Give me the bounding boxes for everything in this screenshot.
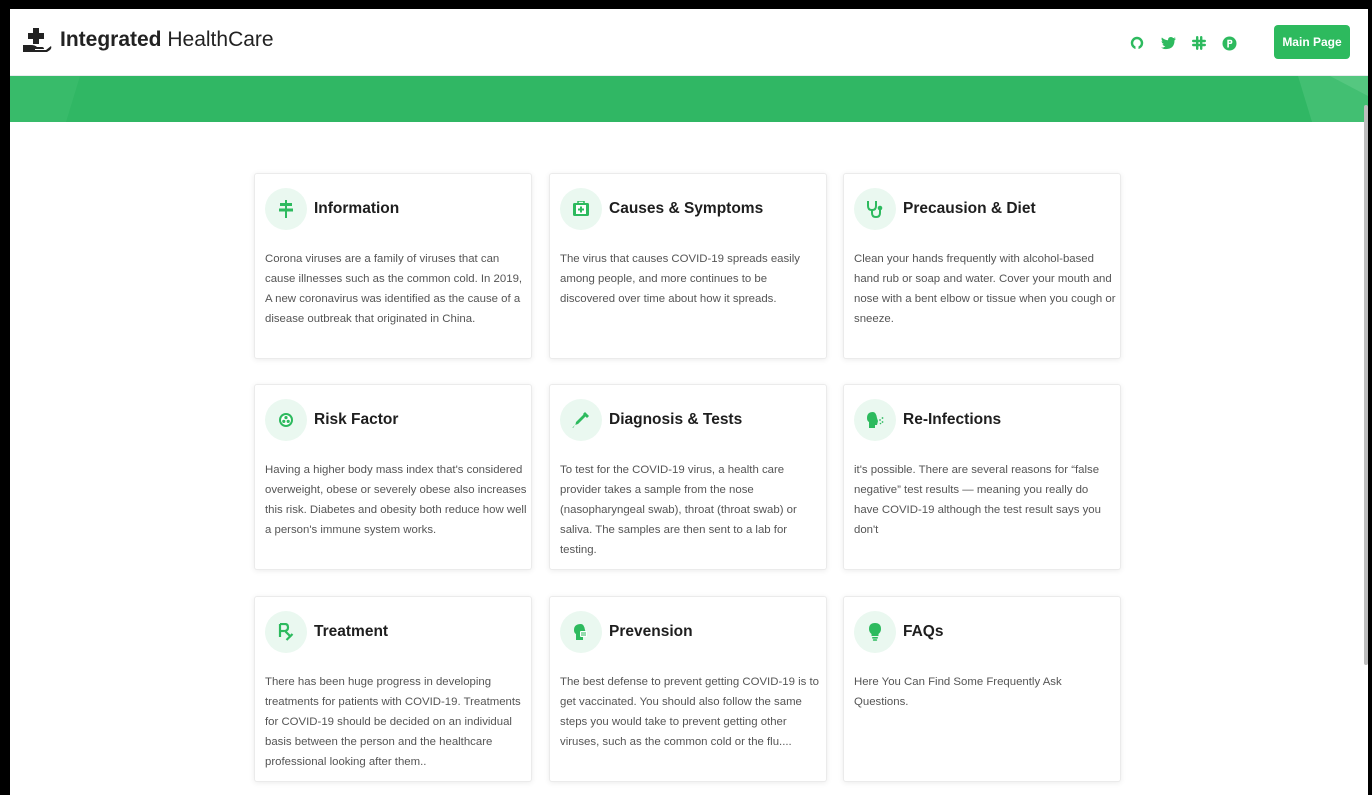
site-header: Integrated HealthCare Main Page [10, 9, 1368, 76]
card-title: Re-Infections [903, 411, 1002, 428]
card-title: Information [314, 200, 400, 217]
card-title: Risk Factor [314, 411, 399, 428]
card-title: Diagnosis & Tests [609, 411, 743, 428]
site-name-light: HealthCare [167, 28, 274, 51]
card-title: FAQs [903, 623, 944, 640]
biohazard-icon [265, 399, 307, 441]
card-text: Having a higher body mass index that's c… [265, 464, 527, 536]
prescription-icon [265, 611, 307, 653]
banner-decoration [10, 76, 1368, 122]
twitter-icon[interactable] [1159, 34, 1177, 52]
slack-icon[interactable] [1190, 34, 1208, 52]
first-aid-kit-icon [560, 188, 602, 230]
card-text: Clean your hands frequently with alcohol… [854, 253, 1116, 325]
card-text: The virus that causes COVID-19 spreads e… [560, 253, 800, 305]
site-name: Integrated HealthCare [60, 28, 274, 52]
head-sneeze-icon [854, 399, 896, 441]
card-title: Causes & Symptoms [609, 200, 764, 217]
card-risk-factor[interactable]: Risk Factor Having a higher body mass in… [254, 384, 532, 570]
card-information[interactable]: Information Corona viruses are a family … [254, 173, 532, 359]
stethoscope-icon [854, 188, 896, 230]
card-causes-symptoms[interactable]: Causes & Symptoms The virus that causes … [549, 173, 827, 359]
lightbulb-icon [854, 611, 896, 653]
hero-banner [10, 76, 1368, 122]
scrollbar[interactable] [1364, 105, 1368, 665]
site-name-bold: Integrated [60, 28, 162, 51]
card-text: it's possible. There are several reasons… [854, 464, 1101, 536]
card-precausion-diet[interactable]: Precausion & Diet Clean your hands frequ… [843, 173, 1121, 359]
card-text: There has been huge progress in developi… [265, 676, 521, 768]
card-text: The best defense to prevent getting COVI… [560, 676, 819, 748]
product-hunt-icon[interactable] [1220, 34, 1238, 52]
card-faqs[interactable]: FAQs Here You Can Find Some Frequently A… [843, 596, 1121, 782]
head-mask-icon [560, 611, 602, 653]
card-text: To test for the COVID-19 virus, a health… [560, 464, 797, 556]
card-text: Corona viruses are a family of viruses t… [265, 253, 523, 325]
site-logo[interactable]: Integrated HealthCare [22, 28, 274, 52]
card-title: Treatment [314, 623, 389, 640]
card-diagnosis-tests[interactable]: Diagnosis & Tests To test for the COVID-… [549, 384, 827, 570]
main-page-button[interactable]: Main Page [1274, 25, 1350, 59]
card-re-infections[interactable]: Re-Infections it's possible. There are s… [843, 384, 1121, 570]
hand-medical-icon [23, 28, 52, 52]
card-title: Precausion & Diet [903, 200, 1036, 217]
github-icon[interactable] [1128, 34, 1146, 52]
card-prevension[interactable]: Prevension The best defense to prevent g… [549, 596, 827, 782]
syringe-icon [560, 399, 602, 441]
page: Integrated HealthCare Main Page Informat… [10, 9, 1368, 795]
card-text: Here You Can Find Some Frequently Ask Qu… [854, 676, 1062, 708]
signpost-icon [265, 188, 307, 230]
card-treatment[interactable]: Treatment There has been huge progress i… [254, 596, 532, 782]
card-title: Prevension [609, 623, 693, 640]
